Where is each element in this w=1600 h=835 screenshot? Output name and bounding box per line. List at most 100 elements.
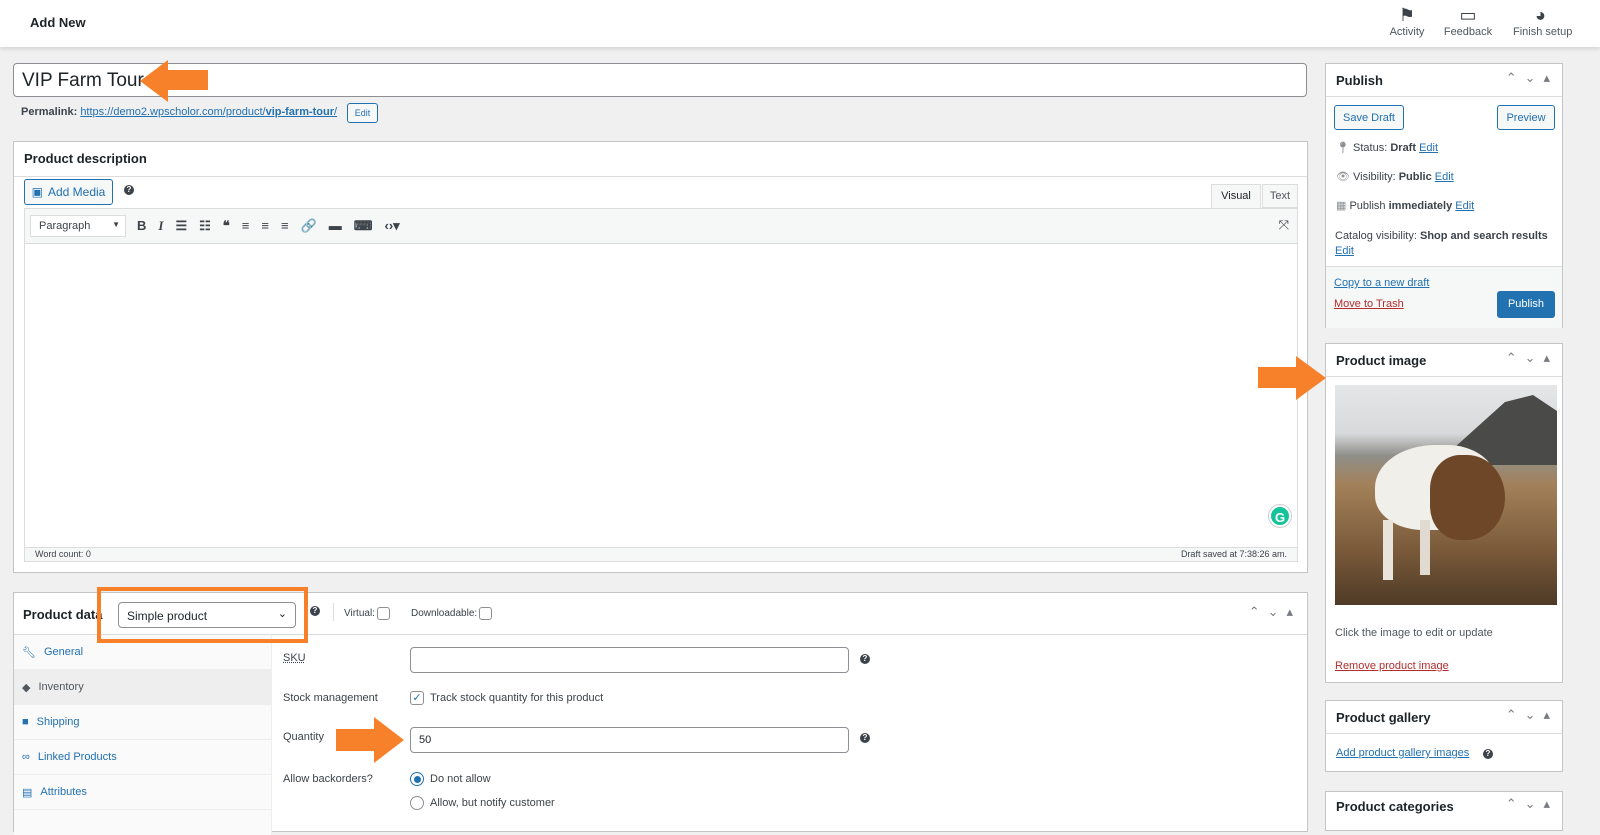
box-controls[interactable]: ⌃⌄▴ bbox=[1506, 70, 1558, 86]
align-center-icon[interactable]: ≡ bbox=[261, 218, 269, 234]
downloadable-label: Downloadable: bbox=[411, 608, 478, 619]
catalog-row: Catalog visibility: Shop and search resu… bbox=[1335, 229, 1548, 259]
stock-check-label: Track stock quantity for this product bbox=[430, 692, 604, 704]
calendar-icon: ▦ bbox=[1336, 200, 1347, 212]
stock-checkbox[interactable]: ✓ bbox=[410, 691, 424, 705]
catalog-edit-link[interactable]: Edit bbox=[1335, 245, 1354, 257]
caret-down-icon: ▼ bbox=[112, 220, 120, 229]
radio-do-not-allow[interactable] bbox=[410, 772, 424, 786]
downloadable-checkbox[interactable]: Downloadable: bbox=[411, 607, 493, 620]
help-icon[interactable]: ? bbox=[1483, 749, 1493, 759]
tab-visual[interactable]: Visual bbox=[1211, 184, 1261, 208]
schedule-edit-link[interactable]: Edit bbox=[1455, 200, 1474, 212]
top-bar: Add New ⚑ Activity ▭ Feedback ◕ Finish setu… bbox=[0, 0, 1600, 47]
add-media-label: Add Media bbox=[47, 185, 106, 199]
keyboard-icon[interactable]: ⌨ bbox=[354, 218, 373, 234]
editor-toolbar: Paragraph ▼ B I ☰ ☷ ❝ ≡ ≡ ≡ 🔗 ▬ ⌨ ‹›▾ ⤧ bbox=[25, 209, 1297, 244]
finish-setup-label: Finish setup bbox=[1513, 26, 1573, 38]
progress-icon: ◕ bbox=[1535, 5, 1546, 25]
visibility-row: 👁︎ Visibility: Public Edit bbox=[1336, 170, 1454, 183]
virtual-box[interactable] bbox=[376, 607, 390, 620]
feedback-button[interactable]: ▭ Feedback bbox=[1433, 4, 1503, 38]
visibility-edit-link[interactable]: Edit bbox=[1435, 171, 1454, 183]
permalink-slug: vip-farm-tour bbox=[265, 106, 335, 118]
format-select[interactable]: Paragraph ▼ bbox=[30, 215, 126, 237]
preview-button[interactable]: Preview bbox=[1497, 105, 1555, 130]
image-hint: Click the image to edit or update bbox=[1335, 627, 1493, 639]
tab-label: Attributes bbox=[40, 786, 87, 798]
help-icon[interactable]: ? bbox=[860, 654, 870, 664]
permalink-edit-button[interactable]: Edit bbox=[347, 103, 378, 123]
media-icon: ▣ bbox=[31, 185, 43, 199]
virtual-label: Virtual: bbox=[344, 608, 375, 619]
box-controls[interactable]: ⌃⌄▴ bbox=[1506, 796, 1558, 812]
status-row: 📍︎ Status: Draft Edit bbox=[1336, 141, 1438, 154]
tab-attributes[interactable]: ▤ Attributes bbox=[14, 775, 271, 810]
option-allow-notify: Allow, but notify customer bbox=[430, 797, 555, 809]
tag-icon: ◆ bbox=[22, 681, 31, 694]
product-image[interactable] bbox=[1335, 385, 1557, 605]
tab-text[interactable]: Text bbox=[1262, 184, 1298, 208]
radio-allow-notify[interactable] bbox=[410, 796, 424, 810]
truck-icon: ■ bbox=[22, 716, 29, 728]
sku-input[interactable] bbox=[410, 647, 849, 673]
word-count: Word count: 0 bbox=[35, 549, 91, 559]
publish-button[interactable]: Publish bbox=[1497, 291, 1555, 318]
link-icon: ∞ bbox=[22, 751, 30, 763]
option-do-not-allow: Do not allow bbox=[430, 773, 491, 785]
permalink-label: Permalink: bbox=[21, 106, 78, 118]
fullscreen-icon[interactable]: ⤧ bbox=[1279, 217, 1289, 233]
permalink-end: / bbox=[334, 106, 338, 118]
status-label: Status: bbox=[1353, 142, 1388, 154]
finish-setup-button[interactable]: ◕ Finish setup bbox=[1505, 4, 1600, 38]
box-controls[interactable]: ⌃⌄▴ bbox=[1506, 707, 1558, 723]
quote-icon[interactable]: ❝ bbox=[223, 218, 230, 234]
align-left-icon[interactable]: ≡ bbox=[242, 218, 250, 234]
product-description-box: Product description ▣ Add Media ? Visual … bbox=[13, 141, 1308, 573]
page-title: Add New bbox=[30, 15, 86, 30]
annotation-arrow-left bbox=[140, 60, 208, 102]
downloadable-box[interactable] bbox=[479, 607, 493, 620]
tab-inventory[interactable]: ◆ Inventory bbox=[14, 670, 271, 705]
publish-box: Publish ⌃⌄▴ Save Draft Preview 📍︎ Status… bbox=[1325, 63, 1563, 328]
save-draft-button[interactable]: Save Draft bbox=[1334, 105, 1404, 130]
help-icon[interactable]: ? bbox=[310, 606, 320, 616]
schedule-label: Publish bbox=[1349, 200, 1386, 212]
activity-button[interactable]: ⚑ Activity bbox=[1372, 4, 1442, 38]
grammarly-icon[interactable]: G bbox=[1269, 505, 1291, 527]
box-controls[interactable]: ⌃⌄▴ bbox=[1249, 604, 1301, 620]
align-right-icon[interactable]: ≡ bbox=[281, 218, 289, 234]
add-gallery-images-link[interactable]: Add product gallery images bbox=[1336, 747, 1469, 759]
permalink-link[interactable]: https://demo2.wpscholor.com/product/vip-… bbox=[80, 106, 337, 118]
help-icon[interactable]: ? bbox=[860, 733, 870, 743]
permalink: Permalink: https://demo2.wpscholor.com/p… bbox=[21, 106, 337, 118]
numbered-list-icon[interactable]: ☷ bbox=[199, 218, 211, 234]
bold-icon[interactable]: B bbox=[137, 218, 146, 234]
box-controls[interactable]: ⌃⌄▴ bbox=[1506, 350, 1558, 366]
copy-draft-link[interactable]: Copy to a new draft bbox=[1334, 277, 1429, 289]
read-more-icon[interactable]: ▬ bbox=[329, 218, 342, 234]
categories-title: Product categories bbox=[1336, 799, 1454, 814]
status-edit-link[interactable]: Edit bbox=[1419, 142, 1438, 154]
quantity-input[interactable]: 50 bbox=[410, 727, 849, 753]
pin-icon: 📍︎ bbox=[1336, 142, 1350, 154]
permalink-base: https://demo2.wpscholor.com/product/ bbox=[80, 106, 266, 118]
add-media-button[interactable]: ▣ Add Media bbox=[24, 179, 113, 205]
move-to-trash-link[interactable]: Move to Trash bbox=[1334, 298, 1404, 310]
virtual-checkbox[interactable]: Virtual: bbox=[344, 607, 390, 620]
publish-actions: Copy to a new draft Move to Trash Publis… bbox=[1326, 266, 1562, 328]
status-bar: Word count: 0 Draft saved at 7:38:26 am. bbox=[24, 548, 1298, 562]
tab-linked-products[interactable]: ∞ Linked Products bbox=[14, 740, 271, 775]
code-icon[interactable]: ‹›▾ bbox=[385, 218, 400, 234]
publish-title: Publish bbox=[1336, 73, 1383, 88]
remove-image-link[interactable]: Remove product image bbox=[1335, 660, 1449, 672]
bullet-list-icon[interactable]: ☰ bbox=[175, 218, 187, 234]
title-value: VIP Farm Tour bbox=[22, 70, 144, 91]
catalog-value: Shop and search results bbox=[1419, 230, 1548, 242]
link-icon[interactable]: 🔗 bbox=[301, 218, 317, 234]
product-gallery-box: Product gallery ⌃⌄▴ Add product gallery … bbox=[1325, 700, 1563, 772]
italic-icon[interactable]: I bbox=[158, 218, 163, 234]
tab-shipping[interactable]: ■ Shipping bbox=[14, 705, 271, 740]
eye-icon: 👁︎ bbox=[1336, 171, 1350, 183]
help-icon[interactable]: ? bbox=[124, 185, 134, 195]
